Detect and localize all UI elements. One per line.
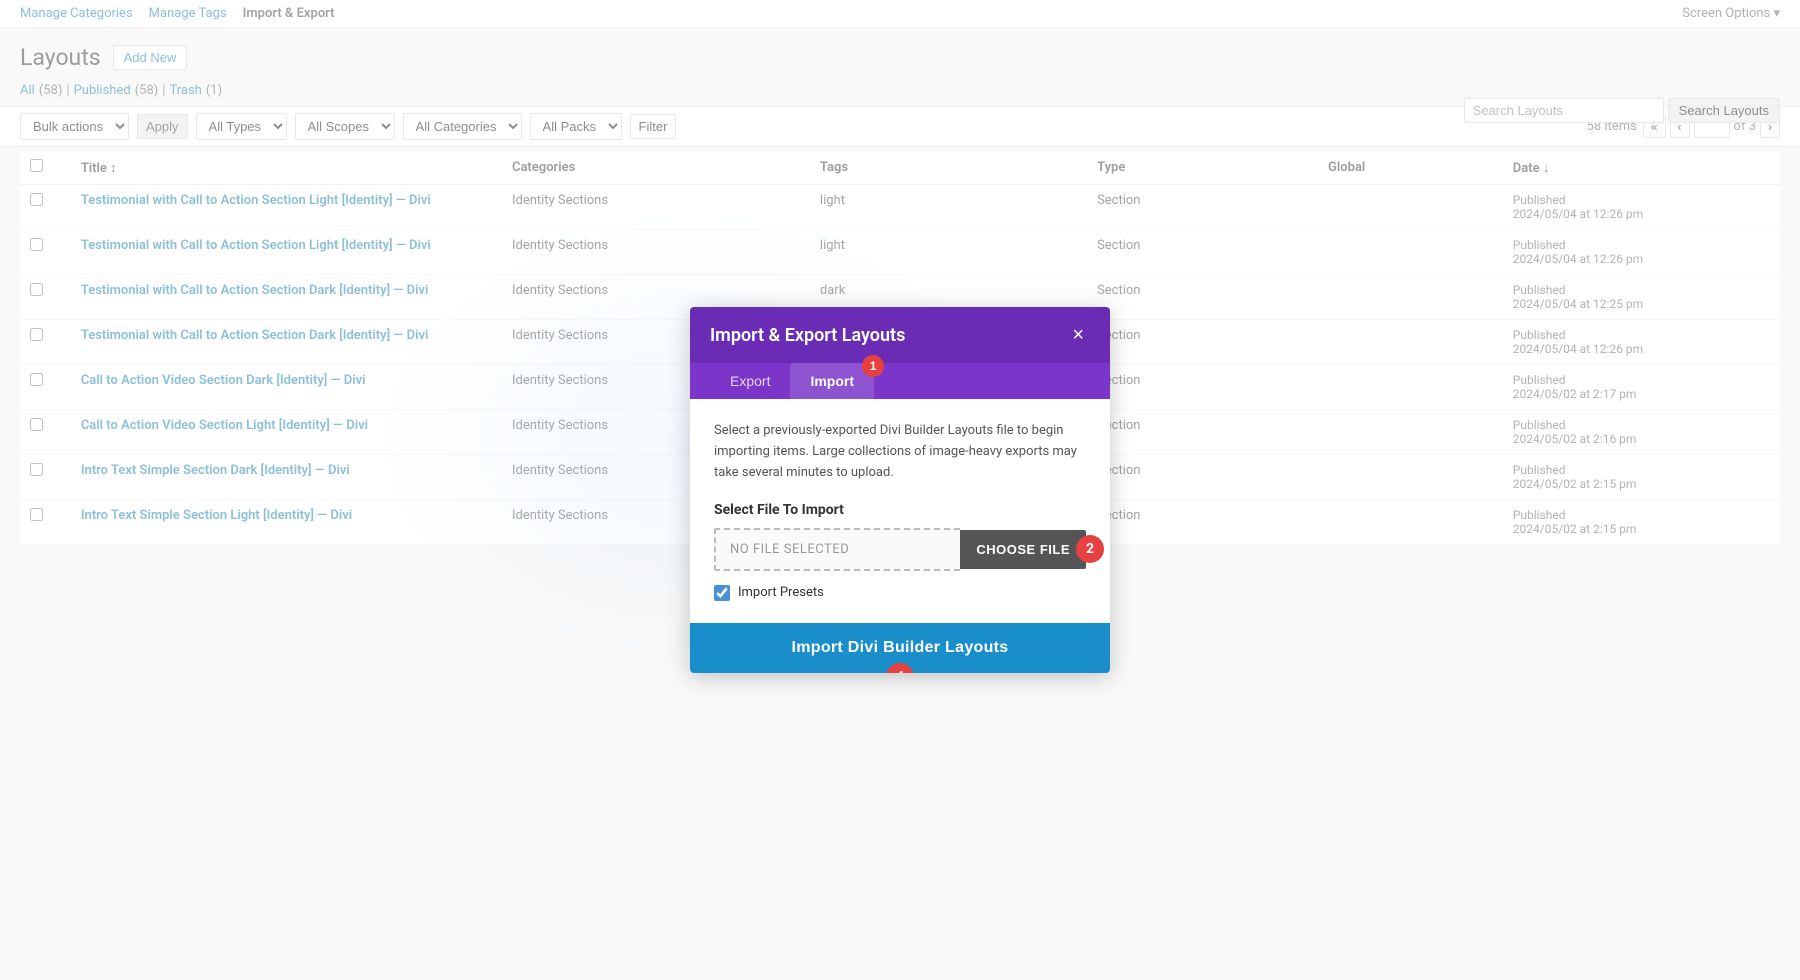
select-file-label: Select File To Import xyxy=(714,502,1086,518)
import-presets-row: 3 Import Presets xyxy=(714,585,1086,601)
modal-title: Import & Export Layouts xyxy=(710,325,905,346)
file-input-row: NO FILE SELECTED CHOOSE FILE 2 xyxy=(714,528,1086,571)
modal-close-button[interactable]: × xyxy=(1066,323,1090,347)
choose-file-button[interactable]: CHOOSE FILE xyxy=(960,530,1086,569)
modal-tabs: Export Import 1 xyxy=(690,363,1110,399)
modal-footer: Import Divi Builder Layouts 4 xyxy=(690,623,1110,673)
tab-export[interactable]: Export xyxy=(710,363,790,399)
modal-overlay: Import & Export Layouts × Export Import … xyxy=(0,0,1800,980)
modal-description: Select a previously-exported Divi Builde… xyxy=(714,421,1086,483)
modal-header: Import & Export Layouts × xyxy=(690,307,1110,363)
modal-body: Select a previously-exported Divi Builde… xyxy=(690,399,1110,622)
import-presets-checkbox[interactable] xyxy=(714,585,730,601)
import-presets-label[interactable]: Import Presets xyxy=(738,585,824,600)
import-export-modal: Import & Export Layouts × Export Import … xyxy=(690,307,1110,672)
tab-import[interactable]: Import 1 xyxy=(790,363,874,399)
no-file-selected-label: NO FILE SELECTED xyxy=(714,528,960,571)
step-badge-1: 1 xyxy=(862,355,884,377)
step-badge-2: 2 xyxy=(1076,535,1104,563)
